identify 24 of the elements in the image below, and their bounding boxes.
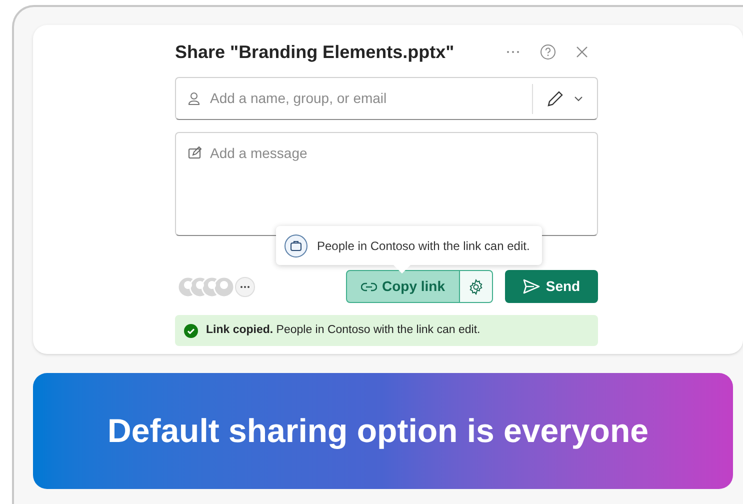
chevron-down-icon	[574, 96, 583, 102]
briefcase-icon	[284, 234, 308, 258]
more-people-icon[interactable]	[235, 276, 255, 296]
banner-text: Link copied. People in Contoso with the link can edit.	[206, 322, 480, 338]
copy-link-button[interactable]: Copy link	[346, 270, 460, 303]
help-icon[interactable]	[540, 44, 556, 60]
checkmark-icon	[184, 324, 198, 338]
message-input[interactable]: Add a message	[210, 143, 597, 223]
caption-text: Default sharing option is everyone	[108, 411, 648, 452]
recipient-input[interactable]: Add a name, group, or email	[210, 88, 532, 109]
settings-icon	[468, 278, 484, 294]
edit-note-icon	[188, 146, 202, 159]
dialog-title: Share "Branding Elements.pptx"	[175, 40, 456, 64]
send-icon	[522, 279, 540, 294]
message-field[interactable]: Add a message	[175, 132, 598, 236]
person-icon	[188, 92, 200, 106]
recipient-field[interactable]: Add a name, group, or email	[175, 77, 598, 120]
pencil-icon	[547, 90, 564, 107]
send-button[interactable]: Send	[505, 270, 598, 303]
close-icon[interactable]	[576, 46, 588, 58]
link-icon	[360, 282, 377, 292]
link-settings-button[interactable]	[460, 270, 493, 303]
more-icon[interactable]	[506, 50, 520, 54]
tooltip-text: People in Contoso with the link can edit.	[317, 238, 530, 254]
